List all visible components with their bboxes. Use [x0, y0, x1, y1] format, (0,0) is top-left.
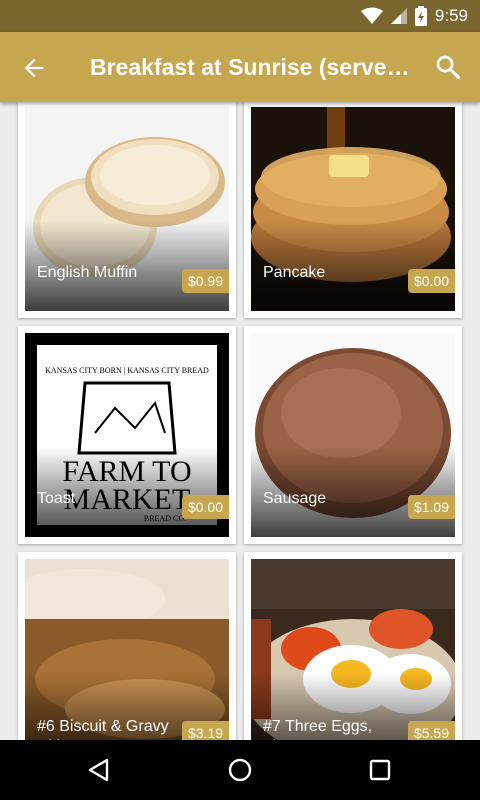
menu-item-card[interactable]: Sausage $1.09	[244, 326, 462, 544]
item-price: $0.99	[181, 269, 229, 293]
status-icons: 9:59	[360, 6, 468, 26]
status-time: 9:59	[434, 6, 468, 25]
recents-square-icon[interactable]	[367, 757, 393, 783]
item-price: $3.19	[181, 721, 229, 740]
status-bar: 9:59	[0, 0, 480, 32]
english-muffin-photo: English Muffin $0.99	[25, 107, 229, 311]
battery-icon	[414, 6, 427, 26]
page-title: Breakfast at Sunrise (served all day)	[90, 54, 420, 80]
item-price: $0.00	[181, 495, 229, 519]
item-price: $5.59	[407, 721, 455, 740]
item-price: $0.00	[407, 269, 455, 293]
app-bar: Breakfast at Sunrise (served all day)	[0, 32, 480, 102]
home-circle-icon[interactable]	[227, 757, 253, 783]
menu-item-card[interactable]: English Muffin $0.99	[18, 102, 236, 318]
eggs-bacon-photo: #7 Three Eggs, Three Bacon,... $5.59	[251, 559, 455, 740]
item-name: #6 Biscuit & Gravy with Has...	[37, 718, 169, 740]
item-name: Pancake	[263, 264, 326, 281]
logo-top-text: KANSAS CITY BORN | KANSAS CITY BREAD	[45, 366, 209, 375]
farm-to-market-logo: KANSAS CITY BORN | KANSAS CITY BREAD FAR…	[25, 333, 229, 537]
menu-item-card[interactable]: Pancake $0.00	[244, 102, 462, 318]
navigation-bar	[0, 740, 480, 800]
item-name: English Muffin	[37, 264, 138, 281]
item-name: Sausage	[263, 490, 327, 507]
menu-item-card[interactable]: KANSAS CITY BORN | KANSAS CITY BREAD FAR…	[18, 326, 236, 544]
item-name: Toast	[37, 490, 76, 507]
back-triangle-icon[interactable]	[86, 757, 112, 783]
menu-item-card[interactable]: #6 Biscuit & Gravy with Has... $3.19	[18, 552, 236, 740]
menu-item-card[interactable]: #7 Three Eggs, Three Bacon,... $5.59	[244, 552, 462, 740]
menu-grid: English Muffin $0.99 Pancake $0.00 KANSA…	[0, 102, 480, 740]
sausage-patty-photo: Sausage $1.09	[251, 333, 455, 537]
arrow-back-icon[interactable]	[20, 54, 48, 82]
item-price: $1.09	[407, 495, 455, 519]
search-icon[interactable]	[434, 53, 462, 81]
pancake-photo: Pancake $0.00	[251, 107, 455, 311]
signal-icon	[390, 8, 407, 24]
wifi-icon	[360, 7, 383, 24]
item-name: #7 Three Eggs, Three Bacon,...	[263, 718, 373, 740]
biscuit-gravy-photo: #6 Biscuit & Gravy with Has... $3.19	[25, 559, 229, 740]
